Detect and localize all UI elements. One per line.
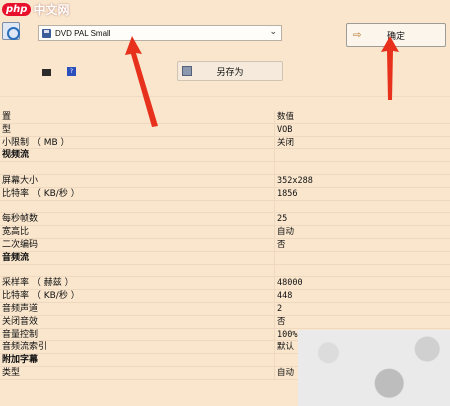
- grid-row[interactable]: 比特率 （ KB/秒 ） 1856: [0, 187, 450, 201]
- chevron-down-icon[interactable]: ⌄: [269, 27, 277, 37]
- grid-row-value[interactable]: 默认: [277, 341, 294, 353]
- grid-row-value[interactable]: 100%: [277, 329, 297, 341]
- grid-row-key: 类型: [2, 367, 21, 378]
- grid-row-key: 宽高比: [2, 227, 30, 238]
- grid-row-key: 屏幕大小: [2, 175, 39, 186]
- grid-row-key: 音量控制: [2, 329, 39, 340]
- grid-row[interactable]: 型 VOB: [0, 123, 450, 137]
- grid-row-value[interactable]: 关闭: [277, 137, 294, 149]
- grid-row[interactable]: 小限制 （ MB ） 关闭: [0, 136, 450, 150]
- grid-row-key: 比特率 （ KB/秒 ）: [2, 188, 80, 199]
- grid-row-key: 关闭音效: [2, 316, 39, 327]
- grid-row-key: 采样率 （ 赫兹 ）: [2, 278, 74, 289]
- grid-row-key: 音频声道: [2, 303, 39, 314]
- grid-row-value[interactable]: 否: [277, 316, 286, 328]
- grid-row-value[interactable]: VOB: [277, 124, 292, 136]
- help-icon[interactable]: ?: [67, 67, 76, 76]
- grid-row-value[interactable]: 48000: [277, 277, 303, 289]
- grid-row[interactable]: 屏幕大小 352x288: [0, 174, 450, 188]
- grid-row[interactable]: 宽高比 自动: [0, 226, 450, 239]
- grid-section-row: 音频流: [0, 251, 450, 265]
- grid-row[interactable]: 关闭音效 否: [0, 315, 450, 329]
- grid-row-key: 每秒帧数: [2, 214, 39, 225]
- grid-row-value[interactable]: 448: [277, 290, 292, 302]
- watermark-php: php: [2, 2, 32, 16]
- film-icon[interactable]: [42, 69, 51, 76]
- grid-row[interactable]: [0, 162, 450, 175]
- watermark-site: 中文网: [33, 2, 70, 17]
- grid-section-row: 视频流: [0, 149, 450, 163]
- grid-row-value[interactable]: 2: [277, 303, 282, 315]
- grid-row[interactable]: 每秒帧数 25: [0, 213, 450, 227]
- grid-row-value[interactable]: 352x288: [277, 175, 313, 187]
- grid-row-value[interactable]: 25: [277, 213, 287, 225]
- grid-row-key: 比特率 （ KB/秒 ）: [2, 291, 80, 302]
- grid-row[interactable]: 比特率 （ KB/秒 ） 448: [0, 290, 450, 303]
- blurred-overlay: [298, 330, 450, 406]
- grid-row-key: 音频流索引: [2, 342, 48, 353]
- annotation-arrow-dropdown: [125, 36, 158, 127]
- grid-row[interactable]: 二次编码 否: [0, 238, 450, 252]
- grid-header-key: 置: [2, 112, 12, 122]
- save-as-label: 另存为: [216, 67, 244, 78]
- grid-row-value[interactable]: 自动: [277, 367, 294, 379]
- grid-row-key: 二次编码: [2, 239, 39, 250]
- grid-row-key: 音频流: [2, 252, 30, 263]
- grid-row[interactable]: 音频声道 2: [0, 302, 450, 316]
- grid-row-key: 型: [2, 124, 12, 135]
- grid-header-value: 数值: [277, 112, 295, 122]
- grid-row-value[interactable]: 否: [277, 239, 286, 251]
- grid-row[interactable]: [0, 200, 450, 214]
- grid-row-key: 小限制 （ MB ）: [2, 137, 70, 148]
- grid-row-key: 附加字幕: [2, 355, 39, 366]
- dvd-disk-icon: [42, 28, 51, 38]
- watermark-logo: php 中文网: [2, 0, 92, 18]
- annotation-arrow-ok: [381, 36, 399, 100]
- grid-row-value[interactable]: 1856: [277, 188, 297, 200]
- save-as-button[interactable]: 另存为: [177, 61, 283, 81]
- grid-header: 置 数值: [0, 111, 450, 124]
- grid-row-value[interactable]: 自动: [277, 226, 294, 238]
- grid-row-key: 视频流: [2, 150, 30, 161]
- preset-selected-value: DVD PAL Small: [55, 28, 111, 38]
- grid-row[interactable]: 采样率 （ 赫兹 ） 48000: [0, 277, 450, 291]
- app-refresh-icon[interactable]: [2, 22, 20, 40]
- grid-row[interactable]: [0, 264, 450, 278]
